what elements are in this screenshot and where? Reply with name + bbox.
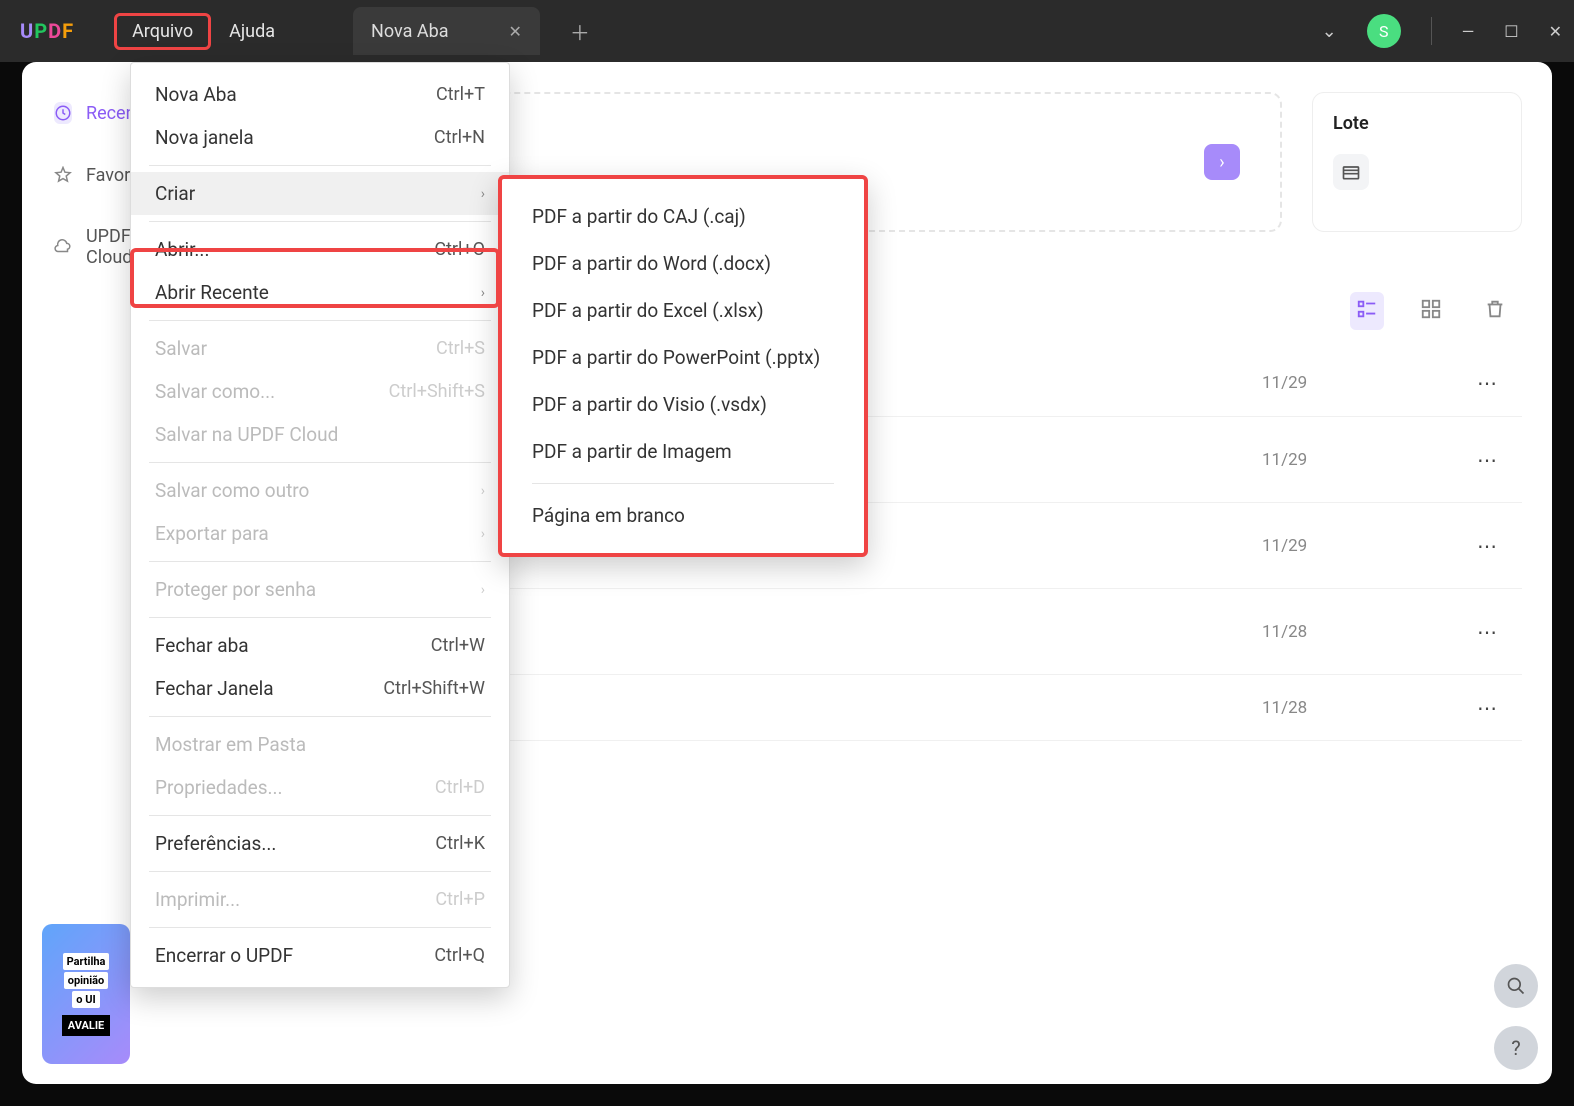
submenu-separator [532, 483, 834, 484]
menu-salvar-como: Salvar como...Ctrl+Shift+S [131, 370, 509, 413]
file-more-button[interactable]: ⋯ [1462, 448, 1512, 472]
clock-icon [54, 102, 72, 124]
menubar: Arquivo Ajuda [114, 13, 293, 50]
tab-close-icon[interactable]: ✕ [509, 22, 522, 41]
menu-separator [149, 165, 491, 166]
fab-container: ? [1494, 964, 1538, 1070]
sidebar-label: UPDF Cloud [86, 226, 132, 268]
menu-separator [149, 871, 491, 872]
maximize-icon[interactable]: ☐ [1504, 22, 1518, 41]
file-date: 11/29 [1262, 450, 1462, 470]
menu-fechar-janela[interactable]: Fechar JanelaCtrl+Shift+W [131, 667, 509, 710]
new-tab-button[interactable]: ＋ [570, 17, 590, 46]
app-logo: UPDF [20, 19, 74, 43]
menu-salvar: SalvarCtrl+S [131, 327, 509, 370]
go-button[interactable]: › [1204, 144, 1240, 180]
search-fab[interactable] [1494, 964, 1538, 1008]
menu-criar[interactable]: Criar› [131, 172, 509, 215]
promo-line: opinião [64, 972, 108, 989]
promo-button[interactable]: AVALIE [62, 1015, 111, 1036]
tab-label: Nova Aba [371, 21, 448, 42]
menu-nova-aba[interactable]: Nova AbaCtrl+T [131, 73, 509, 116]
menu-separator [149, 617, 491, 618]
sidebar-favorites[interactable]: Favoritos [42, 154, 132, 196]
file-date: 11/28 [1262, 622, 1462, 642]
chevron-right-icon: › [481, 582, 485, 598]
file-date: 11/28 [1262, 698, 1462, 718]
file-date: 11/29 [1262, 373, 1462, 393]
menu-separator [149, 320, 491, 321]
delete-button[interactable] [1478, 292, 1512, 330]
cloud-icon [54, 236, 72, 258]
help-fab[interactable]: ? [1494, 1026, 1538, 1070]
menu-salvar-outro: Salvar como outro› [131, 469, 509, 512]
chevron-right-icon: › [481, 526, 485, 542]
menu-separator [149, 927, 491, 928]
file-more-button[interactable]: ⋯ [1462, 534, 1512, 558]
list-view-button[interactable] [1350, 292, 1384, 330]
menu-abrir[interactable]: Abrir...Ctrl+O [131, 228, 509, 271]
sidebar: Recente Favoritos UPDF Cloud [22, 62, 132, 298]
tab-nova-aba[interactable]: Nova Aba ✕ [353, 7, 540, 55]
menu-fechar-aba[interactable]: Fechar abaCtrl+W [131, 624, 509, 667]
menu-preferencias[interactable]: Preferências...Ctrl+K [131, 822, 509, 865]
chevron-right-icon: › [481, 285, 485, 301]
submenu-branco[interactable]: Página em branco [502, 492, 864, 539]
menu-imprimir: Imprimir...Ctrl+P [131, 878, 509, 921]
menu-separator [149, 462, 491, 463]
lote-title: Lote [1333, 113, 1501, 134]
menu-proteger: Proteger por senha› [131, 568, 509, 611]
submenu-ppt[interactable]: PDF a partir do PowerPoint (.pptx) [502, 334, 864, 381]
window-controls: — ☐ ✕ [1462, 22, 1562, 41]
promo-line: o UI [72, 991, 99, 1008]
titlebar-right: ⌄ S — ☐ ✕ [1322, 14, 1562, 48]
file-menu-dropdown: Nova AbaCtrl+T Nova janelaCtrl+N Criar› … [130, 62, 510, 988]
file-more-button[interactable]: ⋯ [1462, 696, 1512, 720]
file-more-button[interactable]: ⋯ [1462, 371, 1512, 395]
sidebar-recent[interactable]: Recente [42, 92, 132, 134]
close-icon[interactable]: ✕ [1549, 22, 1562, 41]
menu-salvar-cloud: Salvar na UPDF Cloud [131, 413, 509, 456]
submenu-caj[interactable]: PDF a partir do CAJ (.caj) [502, 193, 864, 240]
divider [1431, 17, 1432, 45]
view-controls [1350, 292, 1512, 330]
batch-icon [1333, 154, 1369, 190]
menu-separator [149, 561, 491, 562]
user-avatar[interactable]: S [1367, 14, 1401, 48]
menu-exportar: Exportar para› [131, 512, 509, 555]
chevron-right-icon: › [481, 186, 485, 202]
menu-encerrar[interactable]: Encerrar o UPDFCtrl+Q [131, 934, 509, 977]
menu-mostrar-pasta: Mostrar em Pasta [131, 723, 509, 766]
chevron-right-icon: › [481, 483, 485, 499]
submenu-visio[interactable]: PDF a partir do Visio (.vsdx) [502, 381, 864, 428]
submenu-excel[interactable]: PDF a partir do Excel (.xlsx) [502, 287, 864, 334]
menu-propriedades: Propriedades...Ctrl+D [131, 766, 509, 809]
menu-nova-janela[interactable]: Nova janelaCtrl+N [131, 116, 509, 159]
criar-submenu: PDF a partir do CAJ (.caj) PDF a partir … [498, 175, 868, 557]
minimize-icon[interactable]: — [1462, 22, 1475, 41]
promo-line: Partilha [63, 953, 110, 970]
menu-arquivo[interactable]: Arquivo [114, 13, 211, 50]
menu-separator [149, 221, 491, 222]
lote-panel[interactable]: Lote [1312, 92, 1522, 232]
promo-banner[interactable]: Partilha opinião o UI AVALIE [42, 924, 130, 1064]
menu-separator [149, 815, 491, 816]
chevron-down-icon[interactable]: ⌄ [1322, 21, 1337, 42]
submenu-word[interactable]: PDF a partir do Word (.docx) [502, 240, 864, 287]
file-date: 11/29 [1262, 536, 1462, 556]
menu-abrir-recente[interactable]: Abrir Recente› [131, 271, 509, 314]
titlebar: UPDF Arquivo Ajuda Nova Aba ✕ ＋ ⌄ S — ☐ … [0, 0, 1574, 62]
star-icon [54, 164, 72, 186]
sidebar-cloud[interactable]: UPDF Cloud [42, 216, 132, 278]
tab-strip: Nova Aba ✕ ＋ [353, 0, 590, 62]
file-more-button[interactable]: ⋯ [1462, 620, 1512, 644]
grid-view-button[interactable] [1414, 292, 1448, 330]
menu-separator [149, 716, 491, 717]
submenu-imagem[interactable]: PDF a partir de Imagem [502, 428, 864, 475]
menu-ajuda[interactable]: Ajuda [211, 13, 293, 50]
